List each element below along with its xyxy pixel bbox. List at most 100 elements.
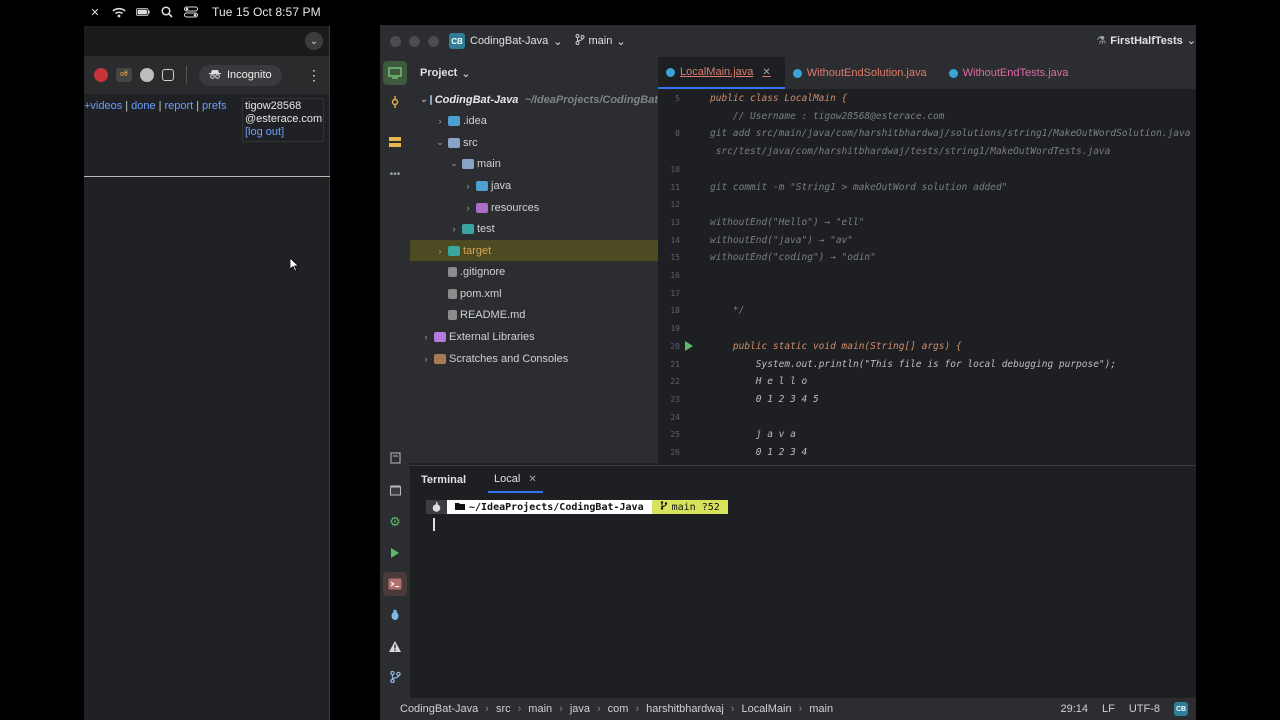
run-gutter-icon[interactable] (685, 340, 693, 351)
browser-menu-icon[interactable]: ⋮ (307, 67, 321, 84)
project-switcher[interactable]: CB CodingBat-Java ⌄ (449, 33, 563, 49)
tree-item-project-root[interactable]: ⌄ CodingBat-Java ~/IdeaProjects/CodingBat (410, 89, 658, 110)
tree-item-scratches[interactable]: › Scratches and Consoles (410, 348, 658, 369)
terminal-tab-local[interactable]: Local ✕ (488, 467, 543, 493)
database-tool-icon[interactable] (388, 483, 402, 497)
chevron-right-icon[interactable]: › (448, 224, 460, 234)
bookmarks-tool-icon[interactable] (388, 451, 402, 465)
logout-link[interactable]: [log out] (245, 126, 321, 139)
nav-link-report[interactable]: report (164, 100, 193, 112)
tab-withoutend-tests[interactable]: WithoutEndTests.java (941, 57, 1083, 89)
tree-item-java[interactable]: › java (410, 175, 658, 196)
code-line[interactable]: 17 (658, 285, 710, 302)
code-line[interactable]: 11 git commit -m "String1 > makeOutWord s… (658, 179, 1007, 196)
terminal-tool-icon[interactable] (383, 572, 407, 596)
breadcrumb-item[interactable]: com (608, 703, 629, 715)
file-encoding[interactable]: UTF-8 (1129, 703, 1160, 715)
breadcrumb-item[interactable]: LocalMain (741, 703, 791, 715)
zoom-window-icon[interactable] (428, 35, 439, 47)
more-tools-icon[interactable]: ••• (388, 167, 402, 181)
spotlight-search-icon[interactable] (160, 6, 174, 18)
breadcrumb-item[interactable]: java (570, 703, 590, 715)
control-center-icon[interactable] (184, 6, 198, 18)
code-line[interactable]: 26 0 1 2 3 4 (658, 444, 807, 461)
project-status-badge[interactable]: CB (1174, 702, 1188, 716)
debug-tool-icon[interactable] (388, 608, 402, 622)
nav-link-videos[interactable]: +videos (84, 100, 122, 112)
extension-red-icon[interactable] (94, 68, 108, 82)
extension-off-icon[interactable]: off (116, 68, 132, 82)
tree-item-target[interactable]: › target (410, 240, 658, 261)
line-ending[interactable]: LF (1102, 703, 1115, 715)
tree-item-resources[interactable]: › resources (410, 197, 658, 218)
code-line[interactable]: 12 (658, 196, 710, 213)
run-tool-icon[interactable] (388, 546, 402, 560)
breadcrumb-item[interactable]: CodingBat-Java (400, 703, 478, 715)
project-panel-header[interactable]: Project ⌄ (410, 57, 658, 89)
structure-tool-icon[interactable] (388, 135, 402, 149)
code-line[interactable]: 18 */ (658, 302, 744, 319)
services-gear-icon[interactable]: ⚙ (388, 514, 402, 529)
caret-position[interactable]: 29:14 (1060, 703, 1088, 715)
breadcrumb-item[interactable]: src (496, 703, 511, 715)
code-line[interactable]: 15 withoutEnd("coding") → "odin" (658, 249, 876, 266)
git-tool-icon[interactable] (388, 670, 402, 684)
code-line[interactable]: 8 git add src/main/java/com/harshitbhardw… (658, 125, 1190, 142)
wifi-icon[interactable] (112, 6, 126, 18)
code-line[interactable]: 5 public class LocalMain { (658, 90, 847, 107)
code-line[interactable]: 19 (658, 320, 710, 337)
battery-icon[interactable] (136, 6, 150, 18)
problems-warning-icon[interactable] (388, 639, 402, 653)
tab-search-chevron-icon[interactable]: ⌄ (305, 32, 323, 50)
terminal-cursor[interactable] (433, 518, 435, 531)
chevron-right-icon[interactable]: › (434, 116, 446, 126)
extension-circle-icon[interactable] (140, 68, 154, 82)
chevron-down-icon[interactable]: ⌄ (434, 137, 446, 148)
code-line[interactable]: // Username : tigow28568@esterace.com (658, 108, 945, 125)
chevron-right-icon[interactable]: › (462, 203, 474, 213)
code-line[interactable]: 23 0 1 2 3 4 5 (658, 391, 818, 408)
tree-item-readme[interactable]: README.md (410, 304, 658, 325)
commit-tool-icon[interactable] (388, 95, 402, 109)
nav-link-done[interactable]: done (131, 100, 155, 112)
tree-item-main[interactable]: ⌄ main (410, 153, 658, 174)
menubar-clock[interactable]: Tue 15 Oct 8:57 PM (212, 5, 321, 19)
breadcrumb-item[interactable]: main (809, 703, 833, 715)
code-line[interactable]: 25 j a v a (658, 426, 795, 443)
tree-item-gitignore[interactable]: .gitignore (410, 261, 658, 282)
tree-item-pom[interactable]: pom.xml (410, 283, 658, 304)
chevron-down-icon[interactable]: ⌄ (420, 94, 428, 105)
breadcrumb-item[interactable]: main (528, 703, 552, 715)
tree-item-idea[interactable]: › .idea (410, 110, 658, 131)
code-line[interactable]: 24 (658, 409, 710, 426)
code-line[interactable]: 21 System.out.println("This file is for … (658, 356, 1116, 373)
code-line[interactable]: 10 (658, 161, 710, 178)
tree-item-src[interactable]: ⌄ src (410, 132, 658, 153)
close-tab-icon[interactable]: ✕ (528, 474, 536, 485)
chevron-right-icon[interactable]: › (420, 354, 432, 364)
vcs-branch-widget[interactable]: main ⌄ (575, 34, 626, 48)
incognito-indicator[interactable]: Incognito (199, 64, 282, 86)
chevron-right-icon[interactable]: › (420, 332, 432, 342)
close-tab-icon[interactable]: ✕ (762, 67, 770, 78)
breadcrumb-item[interactable]: harshitbhardwaj (646, 703, 724, 715)
code-line[interactable]: 16 (658, 267, 710, 284)
extensions-puzzle-icon[interactable] (162, 69, 174, 81)
project-tool-icon[interactable] (383, 61, 407, 85)
nav-link-prefs[interactable]: prefs (202, 100, 226, 112)
bluetooth-icon[interactable]: ✕ (88, 6, 102, 19)
run-configuration-selector[interactable]: ⚗ FirstHalfTests ⌄ (1096, 34, 1196, 48)
minimize-window-icon[interactable] (409, 35, 420, 47)
chevron-right-icon[interactable]: › (462, 181, 474, 191)
code-line[interactable]: 20 public static void main(String[] args… (658, 338, 961, 355)
tab-localmain[interactable]: LocalMain.java ✕ (658, 57, 785, 89)
close-window-icon[interactable] (390, 35, 401, 47)
code-line[interactable]: 22 H e l l o (658, 373, 807, 390)
code-line[interactable]: 14 withoutEnd("java") → "av" (658, 232, 853, 249)
tree-item-external-libraries[interactable]: › External Libraries (410, 326, 658, 347)
code-line[interactable]: 13 withoutEnd("Hello") → "ell" (658, 214, 864, 231)
chevron-right-icon[interactable]: › (434, 246, 446, 256)
tree-item-test[interactable]: › test (410, 218, 658, 239)
code-line[interactable]: src/test/java/com/harshitbhardwaj/tests/… (658, 143, 1111, 160)
tab-withoutend-solution[interactable]: WithoutEndSolution.java (785, 57, 941, 89)
